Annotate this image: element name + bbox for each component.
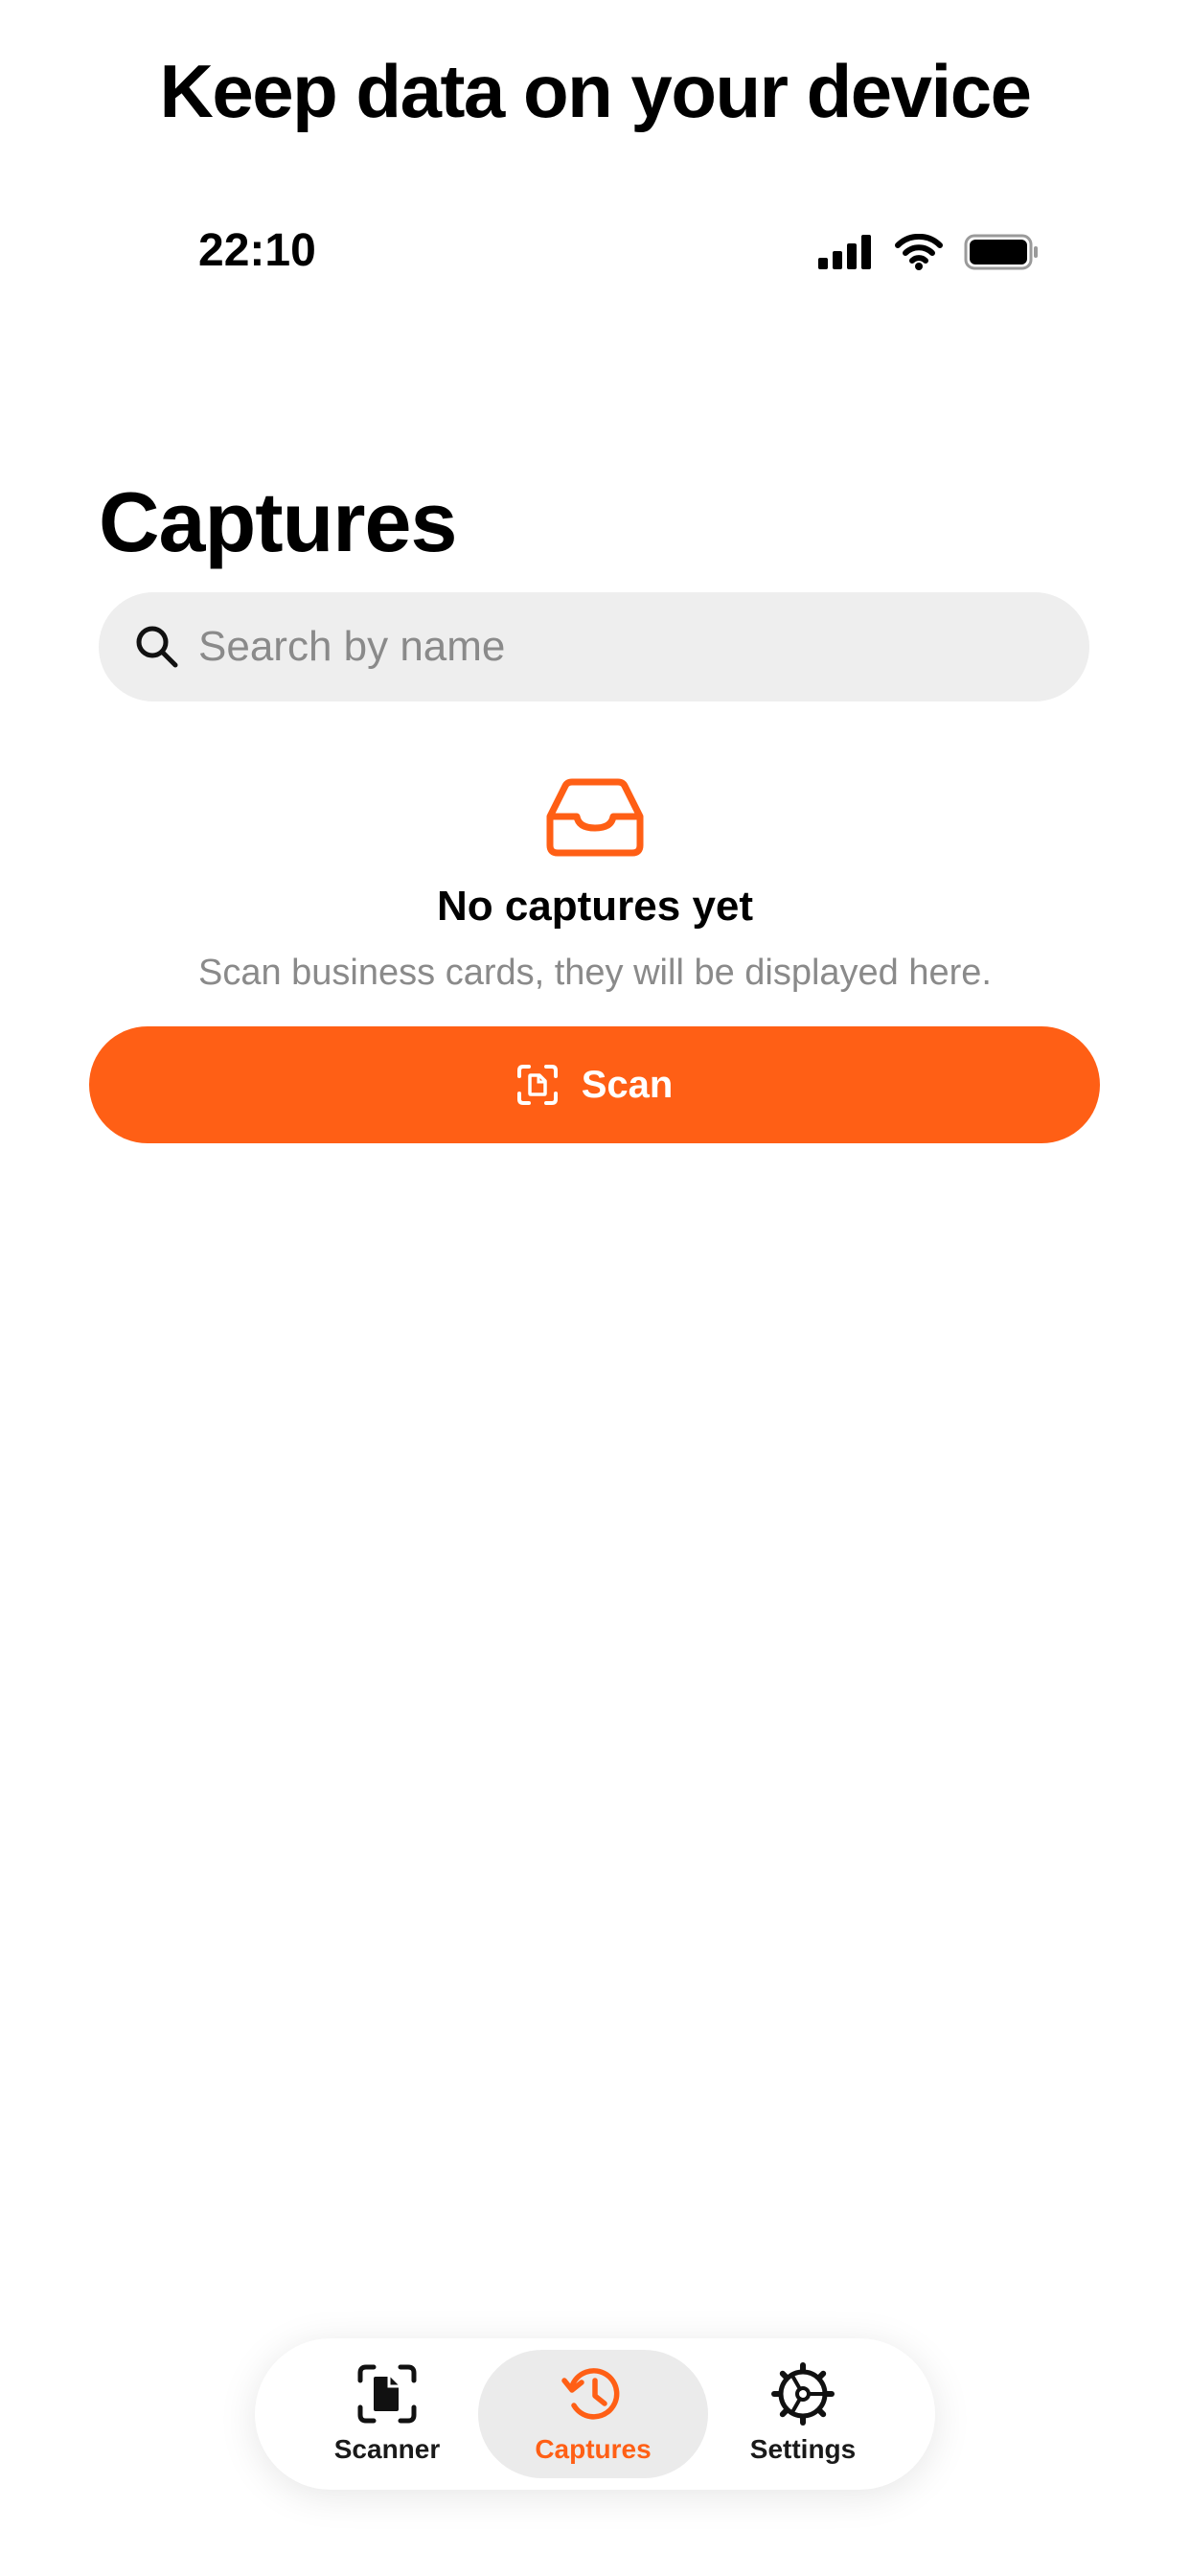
search-icon <box>133 623 181 671</box>
empty-state-title: No captures yet <box>436 883 754 930</box>
page-title: Captures <box>99 474 457 569</box>
status-icons <box>818 234 1041 270</box>
search-bar[interactable] <box>99 592 1089 702</box>
tab-label-settings: Settings <box>749 2434 857 2464</box>
tab-scanner[interactable]: Scanner <box>272 2350 502 2478</box>
status-bar: 22:10 <box>0 220 1190 288</box>
promo-headline: Keep data on your device <box>159 49 1032 133</box>
history-icon <box>561 2361 626 2426</box>
tab-label-scanner: Scanner <box>333 2434 441 2464</box>
scan-button-label: Scan <box>581 1064 674 1106</box>
tab-bar: Scanner Captures Settings <box>255 2338 935 2490</box>
wifi-icon <box>895 234 943 270</box>
tab-captures[interactable]: Captures <box>478 2350 708 2478</box>
scan-button[interactable]: Scan <box>89 1026 1100 1143</box>
cellular-signal-icon <box>818 235 871 269</box>
empty-state-subtitle: Scan business cards, they will be displa… <box>197 953 992 993</box>
search-input[interactable] <box>198 623 1041 671</box>
tab-label-captures: Captures <box>535 2434 652 2464</box>
scanner-icon <box>355 2361 420 2426</box>
inbox-icon <box>542 778 648 857</box>
status-time: 22:10 <box>198 225 316 276</box>
tab-settings[interactable]: Settings <box>688 2350 918 2478</box>
gear-icon <box>770 2361 835 2426</box>
battery-icon <box>964 234 1038 270</box>
scan-document-icon <box>516 1064 559 1106</box>
